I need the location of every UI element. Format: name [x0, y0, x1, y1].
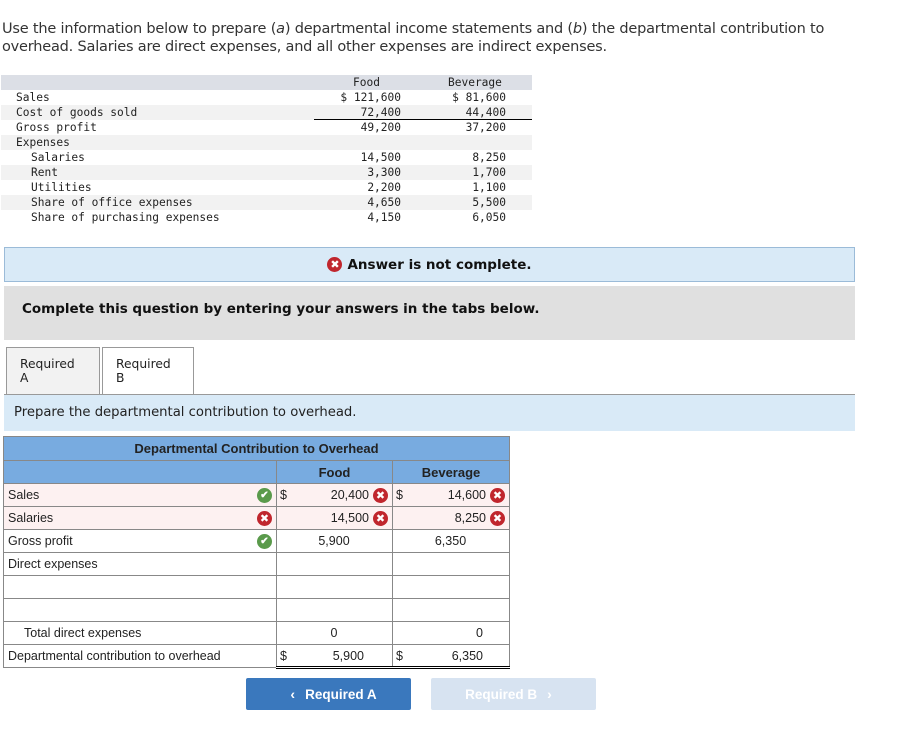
given-row: Cost of goods sold 72,400 44,400 — [1, 105, 532, 120]
row-label-sales[interactable]: Sales ✔ — [3, 483, 277, 507]
blank-food-input[interactable] — [276, 598, 393, 622]
chevron-right-icon: › — [547, 686, 552, 702]
given-data-table: Food Beverage Sales $ 121,600 $ 81,600 Cos… — [1, 75, 532, 225]
salaries-beverage-input[interactable]: 8,250 ✖ — [392, 506, 510, 530]
table-row-blank — [3, 598, 510, 622]
incorrect-x-icon: ✖ — [373, 510, 388, 526]
given-row: Salaries 14,500 8,250 — [31, 151, 506, 164]
header-blank — [3, 460, 277, 484]
given-header-food: Food — [353, 76, 380, 89]
row-label-contribution: Departmental contribution to overhead — [3, 644, 277, 668]
incorrect-x-icon: ✖ — [373, 487, 388, 503]
given-row: Utilities 2,200 1,100 — [31, 181, 506, 194]
sales-beverage-input[interactable]: $14,600 ✖ — [392, 483, 510, 507]
given-row: Rent 3,300 1,700 — [1, 165, 532, 180]
column-header-food: Food — [276, 460, 393, 484]
given-row: Gross profit 49,200 37,200 — [16, 121, 506, 134]
blank-label-input[interactable] — [3, 575, 277, 599]
table-row-contribution: Departmental contribution to overhead $5… — [3, 644, 510, 669]
table-title: Departmental Contribution to Overhead — [3, 436, 510, 461]
subtotal-underline — [314, 119, 532, 120]
prev-required-a-button[interactable]: ‹ Required A — [246, 678, 411, 710]
given-row: Share of purchasing expenses 4,150 6,050 — [31, 211, 506, 224]
total-direct-food-value: 0 — [276, 621, 393, 645]
incorrect-x-icon: ✖ — [490, 510, 505, 526]
direct-expenses-food-cell — [276, 552, 393, 576]
table-row-blank — [3, 575, 510, 599]
complete-instructions: Complete this question by entering your … — [4, 286, 855, 340]
answer-status-text: Answer is not complete. — [347, 256, 532, 273]
row-label-direct-expenses: Direct expenses — [3, 552, 277, 576]
next-required-b-button[interactable]: Required B › — [431, 678, 596, 710]
blank-label-input[interactable] — [3, 598, 277, 622]
given-header-beverage: Beverage — [448, 76, 502, 89]
contribution-beverage-value: $6,350 — [392, 644, 510, 669]
correct-check-icon: ✔ — [257, 488, 272, 503]
error-icon: ✖ — [327, 257, 343, 272]
table-row-sales: Sales ✔ $20,400 ✖ $14,600 ✖ — [3, 483, 510, 507]
answer-status-banner: ✖ Answer is not complete. — [4, 247, 855, 282]
salaries-food-input[interactable]: 14,500 ✖ — [276, 506, 393, 530]
table-row-salaries: Salaries ✖ 14,500 ✖ 8,250 ✖ — [3, 506, 510, 530]
given-header-row: Food Beverage — [1, 75, 532, 90]
table-row-total-direct: Total direct expenses 0 0 — [3, 621, 510, 645]
blank-beverage-input[interactable] — [392, 598, 510, 622]
row-label-total-direct: Total direct expenses — [3, 621, 277, 645]
direct-expenses-beverage-cell — [392, 552, 510, 576]
chevron-left-icon: ‹ — [290, 686, 296, 702]
column-header-beverage: Beverage — [392, 460, 510, 484]
given-row: Expenses — [1, 135, 532, 150]
question-intro: Use the information below to prepare (a)… — [2, 21, 825, 55]
tab-required-a[interactable]: Required A — [6, 347, 100, 395]
gross-profit-beverage-value: 6,350 — [392, 529, 510, 553]
incorrect-x-icon: ✖ — [490, 487, 505, 503]
tab-instruction: Prepare the departmental contribution to… — [4, 395, 855, 431]
total-direct-beverage-value: 0 — [392, 621, 510, 645]
contribution-table: Departmental Contribution to Overhead Fo… — [3, 436, 510, 669]
column-header-row: Food Beverage — [3, 460, 510, 484]
correct-check-icon: ✔ — [257, 534, 272, 549]
tab-bar: Required A Required B — [6, 347, 194, 395]
row-label-salaries[interactable]: Salaries ✖ — [3, 506, 277, 530]
given-row: Sales $ 121,600 $ 81,600 — [16, 91, 506, 104]
gross-profit-food-value: 5,900 — [276, 529, 393, 553]
table-title-row: Departmental Contribution to Overhead — [3, 436, 510, 461]
table-row-direct-expenses: Direct expenses — [3, 552, 510, 576]
contribution-food-value: $5,900 — [276, 644, 393, 669]
given-row: Share of office expenses 4,650 5,500 — [1, 195, 532, 210]
sales-food-input[interactable]: $20,400 ✖ — [276, 483, 393, 507]
blank-beverage-input[interactable] — [392, 575, 510, 599]
incorrect-x-icon: ✖ — [257, 511, 272, 526]
table-row-gross-profit: Gross profit ✔ 5,900 6,350 — [3, 529, 510, 553]
blank-food-input[interactable] — [276, 575, 393, 599]
row-label-gross-profit[interactable]: Gross profit ✔ — [3, 529, 277, 553]
tab-required-b[interactable]: Required B — [102, 347, 194, 395]
